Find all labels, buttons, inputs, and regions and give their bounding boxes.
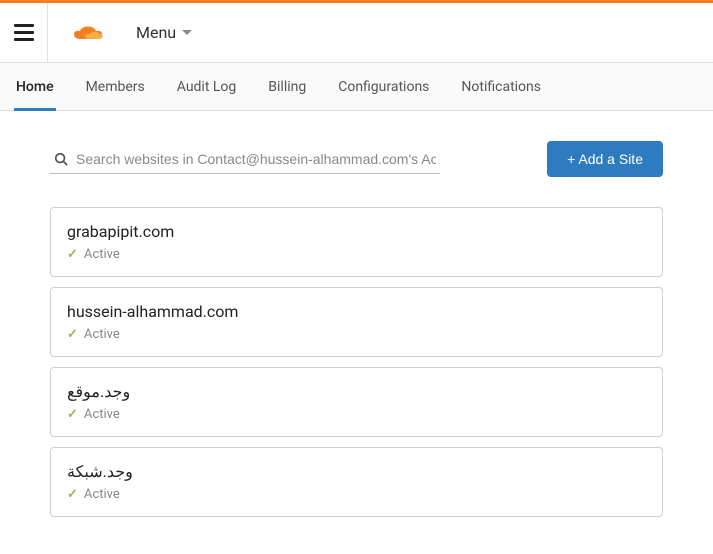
add-site-button[interactable]: + Add a Site: [547, 141, 663, 177]
site-name: grabapipit.com: [67, 222, 646, 241]
site-status: ✓ Active: [67, 407, 646, 422]
site-card[interactable]: وجد.موقع ✓ Active: [50, 367, 663, 437]
site-status: ✓ Active: [67, 327, 646, 342]
nav-home[interactable]: Home: [16, 63, 54, 110]
nav-notifications[interactable]: Notifications: [461, 63, 541, 110]
search-input[interactable]: [76, 151, 436, 167]
site-status: ✓ Active: [67, 247, 646, 262]
site-name: وجد.شبكة: [67, 462, 646, 481]
site-card[interactable]: وجد.شبكة ✓ Active: [50, 447, 663, 517]
check-icon: ✓: [67, 487, 78, 502]
site-card[interactable]: hussein-alhammad.com ✓ Active: [50, 287, 663, 357]
hamburger-icon: [14, 24, 34, 41]
status-label: Active: [84, 327, 120, 342]
hamburger-menu[interactable]: [0, 3, 48, 62]
check-icon: ✓: [67, 407, 78, 422]
check-icon: ✓: [67, 247, 78, 262]
site-name: وجد.موقع: [67, 382, 646, 401]
status-label: Active: [84, 407, 120, 422]
site-card[interactable]: grabapipit.com ✓ Active: [50, 207, 663, 277]
nav-members[interactable]: Members: [86, 63, 145, 110]
cloudflare-logo[interactable]: [68, 21, 116, 45]
topbar: Menu: [0, 3, 713, 63]
status-label: Active: [84, 247, 120, 262]
status-label: Active: [84, 487, 120, 502]
main-content: + Add a Site grabapipit.com ✓ Active hus…: [0, 111, 713, 547]
nav-billing[interactable]: Billing: [268, 63, 306, 110]
toolbar: + Add a Site: [50, 141, 663, 177]
chevron-down-icon: [182, 30, 192, 35]
sites-list: grabapipit.com ✓ Active hussein-alhammad…: [50, 207, 663, 517]
nav-tabs: Home Members Audit Log Billing Configura…: [0, 63, 713, 111]
nav-configurations[interactable]: Configurations: [338, 63, 429, 110]
nav-audit-log[interactable]: Audit Log: [177, 63, 237, 110]
search-wrap[interactable]: [50, 145, 440, 174]
menu-label: Menu: [136, 23, 176, 42]
menu-dropdown[interactable]: Menu: [136, 23, 192, 42]
check-icon: ✓: [67, 327, 78, 342]
cloud-icon: [68, 21, 116, 45]
site-name: hussein-alhammad.com: [67, 302, 646, 321]
search-icon: [54, 152, 68, 166]
site-status: ✓ Active: [67, 487, 646, 502]
